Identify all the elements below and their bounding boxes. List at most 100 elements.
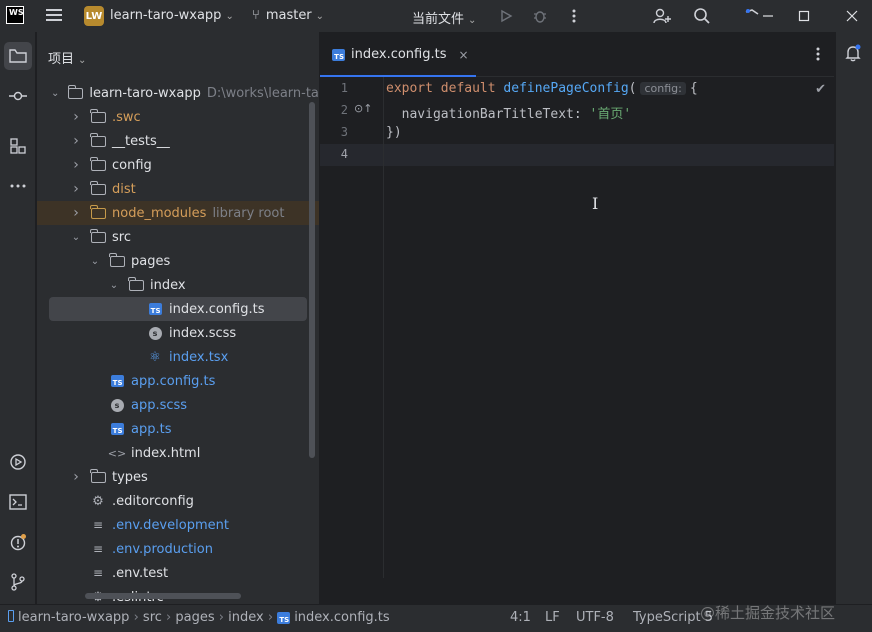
close-window-icon[interactable] — [842, 6, 862, 26]
tree-item[interactable]: ≡ .env.production — [37, 537, 319, 561]
run-config-selector[interactable]: 当前文件 ⌄ — [412, 8, 476, 27]
tree-item[interactable]: › .swc — [37, 105, 319, 129]
terminal-tool-icon[interactable] — [4, 488, 32, 516]
tree-item[interactable]: › config — [37, 153, 319, 177]
tab-options-icon[interactable] — [816, 46, 820, 66]
project-tool-icon[interactable] — [4, 42, 32, 70]
tree-item[interactable]: ⌄ learn-taro-wxapp D:\works\learn-tar — [37, 81, 319, 105]
breadcrumb-item[interactable]: pages — [175, 610, 214, 625]
debug-icon[interactable] — [530, 6, 550, 26]
folder-icon — [67, 84, 83, 100]
vertical-scrollbar[interactable] — [309, 102, 315, 458]
react-file-icon-glyph: ⚛ — [149, 349, 161, 365]
tree-item[interactable]: › __tests__ — [37, 129, 319, 153]
no-problems-check-icon[interactable]: ✔ — [815, 82, 826, 97]
code-line-1[interactable]: export default definePageConfig(config:{ — [386, 81, 698, 96]
tree-item[interactable]: › node_modules library root — [37, 201, 319, 225]
problems-tool-icon[interactable] — [4, 528, 32, 556]
close-tab-icon[interactable]: × — [458, 48, 468, 62]
project-panel-header[interactable]: 项目 ⌄ — [48, 48, 86, 67]
html-file-icon-glyph: <> — [107, 446, 127, 460]
tree-item[interactable]: ⚛ index.tsx — [37, 345, 319, 369]
git-tool-icon[interactable] — [4, 568, 32, 596]
tree-item[interactable]: › types — [37, 465, 319, 489]
project-switcher[interactable]: learn-taro-wxapp ⌄ — [110, 8, 234, 23]
tree-item-label: index.config.ts — [169, 301, 265, 317]
folder-icon — [90, 108, 106, 124]
tree-item[interactable]: ⌄ src — [37, 225, 319, 249]
project-panel: 项目 ⌄ ⌄ learn-taro-wxapp D:\works\learn-tar ›… — [37, 32, 319, 604]
folder-icon — [90, 228, 106, 244]
run-icon[interactable] — [496, 6, 516, 26]
breadcrumb-item[interactable]: index.config.ts — [294, 610, 389, 625]
scss-file-icon: s — [109, 398, 125, 412]
breadcrumb-item[interactable]: index — [228, 610, 264, 625]
brace: { — [689, 81, 698, 96]
keyword: default — [440, 81, 496, 96]
commit-tool-icon[interactable] — [4, 82, 32, 110]
chevron-down-icon[interactable]: ⌄ — [108, 280, 120, 291]
chevron-down-icon[interactable]: ⌄ — [51, 88, 59, 99]
structure-tool-icon[interactable] — [4, 132, 32, 160]
tree-item-label: node_modules — [112, 205, 207, 221]
tree-item[interactable]: <> index.html — [37, 441, 319, 465]
scss-file-icon-glyph: s — [148, 326, 162, 340]
horizontal-scrollbar[interactable] — [85, 593, 241, 599]
tree-item[interactable]: TS index.config.ts — [49, 297, 307, 321]
chevron-right-icon[interactable]: › — [70, 133, 82, 149]
line-ending[interactable]: LF — [545, 610, 560, 625]
chevron-right-icon[interactable]: › — [70, 109, 82, 125]
editor-gutter[interactable]: 1 2 3 4 — [320, 77, 384, 578]
tree-item[interactable]: ≡ .env.test — [37, 561, 319, 585]
tree-item-label: app.scss — [131, 397, 188, 413]
breadcrumb-separator: › — [166, 610, 176, 625]
tree-item[interactable]: ⌄ index — [37, 273, 319, 297]
implements-gutter-icon[interactable]: ⊙↑ — [354, 102, 372, 115]
folder-icon-glyph — [90, 180, 106, 195]
breadcrumb-item[interactable]: learn-taro-wxapp — [18, 610, 129, 625]
tree-item-label: app.ts — [131, 421, 172, 437]
main-menu-icon[interactable] — [44, 6, 64, 26]
env-file-icon: ≡ — [90, 518, 106, 532]
tab-index-config-ts[interactable]: TS index.config.ts × — [320, 32, 476, 77]
minimize-icon[interactable] — [758, 6, 778, 26]
tree-item[interactable]: ⌄ pages — [37, 249, 319, 273]
chevron-down-icon[interactable]: ⌄ — [89, 256, 101, 267]
folder-icon — [128, 276, 144, 292]
webstorm-logo-icon[interactable]: WS — [6, 6, 24, 24]
branch-switcher[interactable]: ⑂ master ⌄ — [252, 8, 324, 23]
search-icon[interactable] — [692, 6, 712, 26]
tree-item[interactable]: TS app.ts — [37, 417, 319, 441]
chevron-right-icon[interactable]: › — [70, 469, 82, 485]
code-line-2[interactable]: navigationBarTitleText: '首页' — [386, 103, 632, 122]
chevron-down-icon[interactable]: ⌄ — [70, 232, 82, 243]
typescript-file-icon: TS — [109, 422, 125, 436]
add-user-icon[interactable] — [652, 6, 672, 26]
services-tool-icon[interactable] — [4, 448, 32, 476]
maximize-icon[interactable] — [794, 6, 814, 26]
typescript-file-icon: TS — [147, 302, 163, 316]
module-icon — [8, 610, 14, 622]
folder-icon-glyph — [90, 204, 106, 219]
notifications-icon[interactable] — [844, 44, 862, 66]
tree-item[interactable]: s index.scss — [37, 321, 319, 345]
code-line-3[interactable]: }) — [386, 125, 402, 140]
tree-item[interactable]: s app.scss — [37, 393, 319, 417]
tree-item-label: src — [112, 229, 131, 245]
more-tools-icon[interactable] — [4, 172, 32, 200]
chevron-right-icon[interactable]: › — [70, 157, 82, 173]
file-encoding[interactable]: UTF-8 — [576, 610, 614, 625]
breadcrumb-item[interactable]: src — [143, 610, 162, 625]
branch-name: master — [265, 8, 312, 23]
chevron-right-icon[interactable]: › — [70, 181, 82, 197]
tree-item[interactable]: ⚙ .editorconfig — [37, 489, 319, 513]
tree-item[interactable]: › dist — [37, 177, 319, 201]
tree-item[interactable]: ≡ .env.development — [37, 513, 319, 537]
tree-item[interactable]: TS app.config.ts — [37, 369, 319, 393]
tree-item-label: .swc — [112, 109, 141, 125]
project-name: learn-taro-wxapp — [110, 8, 222, 23]
more-actions-icon[interactable] — [564, 6, 584, 26]
caret-position[interactable]: 4:1 — [510, 610, 531, 625]
chevron-right-icon[interactable]: › — [70, 205, 82, 221]
project-badge[interactable]: LW — [84, 6, 104, 26]
